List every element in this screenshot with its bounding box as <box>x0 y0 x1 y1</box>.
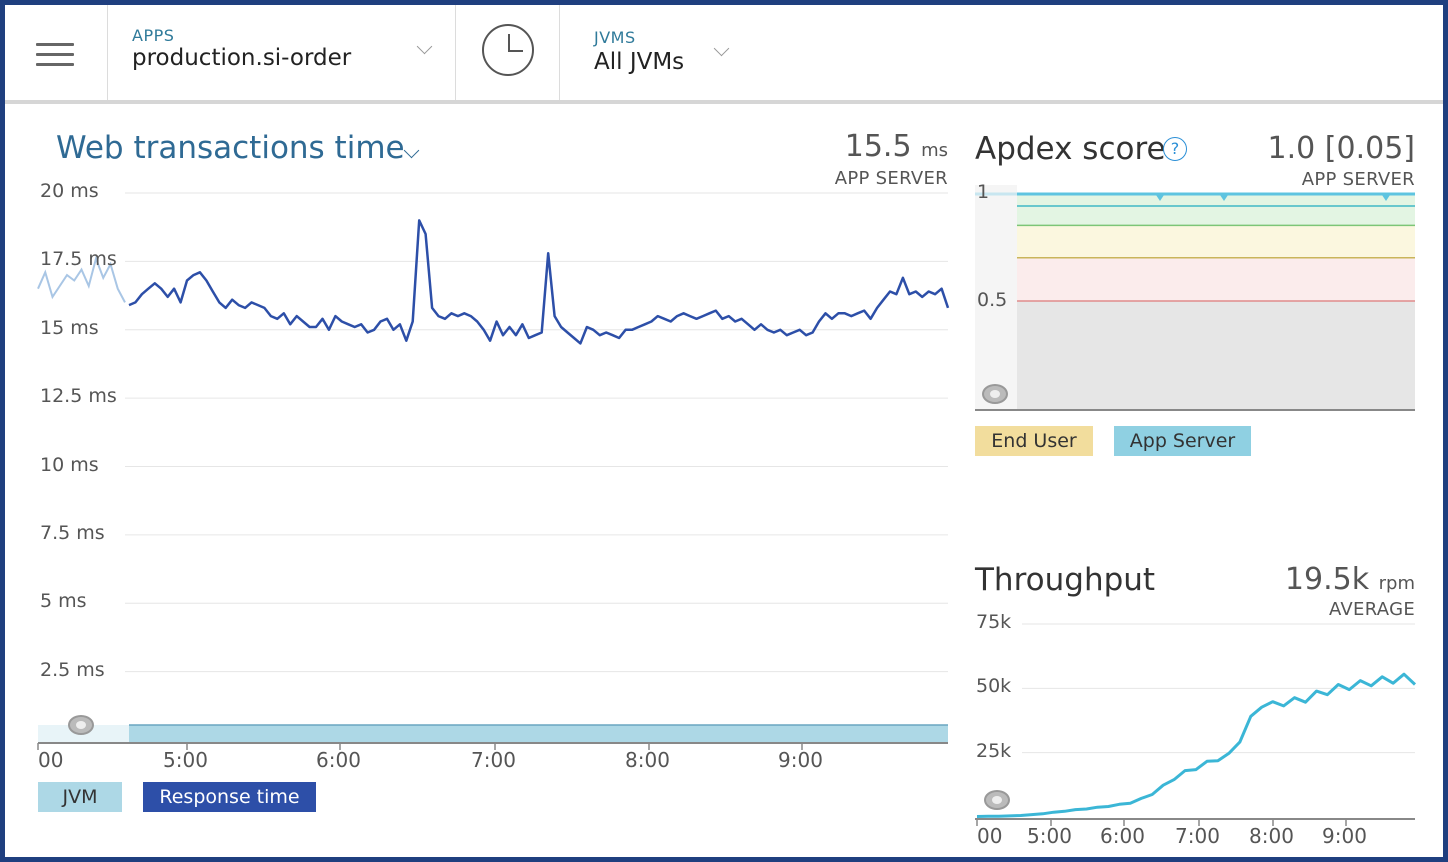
x-tick-label: 8:00 <box>1249 824 1294 848</box>
y-tick-label: 7.5 ms <box>40 521 105 544</box>
y-tick-label: 10 ms <box>40 453 99 476</box>
x-tick-label: 8:00 <box>625 748 670 772</box>
x-tick-label: 9:00 <box>1322 824 1367 848</box>
y-tick-label: 50k <box>976 675 1012 698</box>
y-tick-label: 20 ms <box>40 180 99 202</box>
x-tick-label: 9:00 <box>778 748 823 772</box>
x-tick-label: 6:00 <box>1100 824 1145 848</box>
throughput-series-line <box>976 672 1417 818</box>
y-tick-label: 0.5 <box>977 289 1008 311</box>
app-frame: APPS production.si-order JVMS All JVMs W… <box>5 5 1443 857</box>
y-tick-label: 1 <box>977 181 990 203</box>
y-tick-label: 25k <box>976 739 1012 762</box>
x-tick-label: 6:00 <box>316 748 361 772</box>
y-tick-label: 17.5 ms <box>40 248 117 271</box>
x-tick-label: 00 <box>977 824 1003 848</box>
y-tick-label: 12.5 ms <box>40 385 117 408</box>
x-tick-label: 7:00 <box>471 748 516 772</box>
x-tick-label: 5:00 <box>163 748 208 772</box>
throughput-chart <box>975 623 1417 826</box>
x-tick-label: 00 <box>38 748 64 772</box>
x-tick-label: 7:00 <box>1175 824 1220 848</box>
y-tick-label: 15 ms <box>40 316 99 339</box>
y-tick-label: 5 ms <box>40 590 87 613</box>
x-tick-label: 5:00 <box>1027 824 1072 848</box>
y-tick-label: 75k <box>976 611 1012 633</box>
range-handle[interactable] <box>984 790 1010 810</box>
y-tick-label: 2.5 ms <box>40 658 105 681</box>
